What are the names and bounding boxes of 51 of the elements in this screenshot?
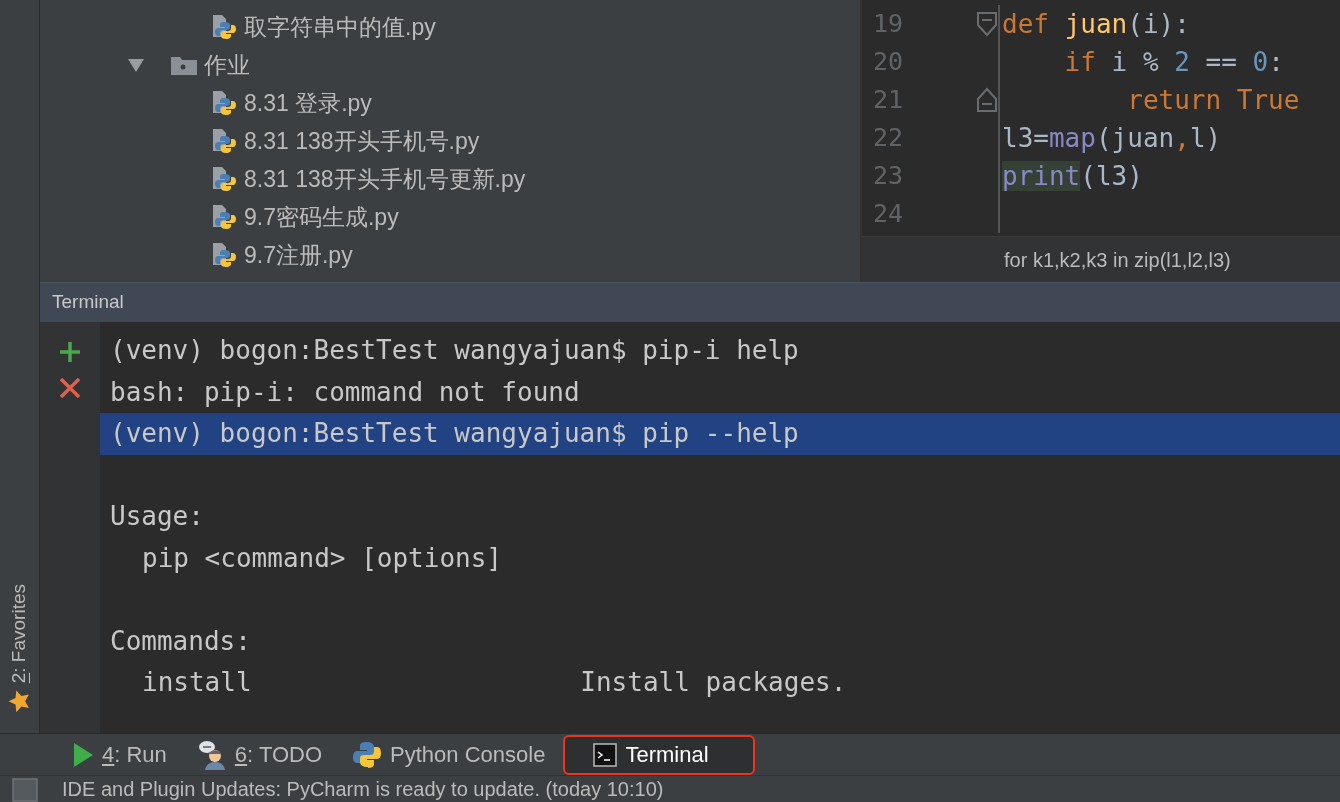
tool-window-tab[interactable]: Python Console: [340, 734, 558, 775]
status-square-icon: [12, 776, 38, 802]
python-file-icon: [212, 90, 238, 116]
new-session-button[interactable]: [58, 340, 82, 364]
folder-icon: [170, 54, 198, 76]
python-file-icon: [212, 14, 238, 40]
tool-window-tab[interactable]: Terminal: [563, 734, 755, 775]
line-number: 24: [872, 198, 905, 231]
file-name[interactable]: 9.7密码生成.py: [244, 199, 399, 235]
plus-icon: [58, 340, 82, 364]
line-number: 23: [872, 160, 905, 193]
close-session-button[interactable]: [58, 376, 82, 400]
code-line: l3=map(juan,l): [1002, 121, 1222, 155]
terminal-line: bash: pip-i: command not found: [109, 375, 581, 409]
fold-icon: [976, 11, 998, 37]
code-line: return True: [1126, 83, 1300, 117]
python-file-icon: [212, 204, 238, 230]
play-icon: [72, 741, 94, 768]
terminal-line: Commands:: [109, 624, 252, 658]
code-line: if i % 2 == 0:: [1063, 45, 1284, 79]
terminal-line: Usage:: [109, 500, 205, 533]
file-name[interactable]: 8.31 138开头手机号.py: [244, 123, 480, 159]
terminal-text: install: [142, 666, 253, 699]
panel-title: Terminal: [52, 290, 124, 315]
star-icon: [7, 689, 32, 713]
terminal-icon: [593, 742, 618, 767]
code-line: def juan(i):: [1002, 7, 1190, 41]
terminal-line: (venv) bogon:BestTest wangyajuan$ pip-i help: [109, 334, 800, 367]
python-file-icon: [212, 242, 238, 268]
line-number: 19: [872, 8, 905, 41]
folder-name[interactable]: 作业: [204, 47, 250, 83]
python-file-icon: [212, 128, 238, 154]
file-name[interactable]: 8.31 登录.py: [244, 85, 372, 121]
line-number: 21: [872, 84, 905, 117]
close-icon: [58, 376, 82, 400]
fold-icon: [976, 87, 998, 113]
tool-window-tab[interactable]: 4: Run: [60, 734, 179, 775]
python-file-icon: [212, 166, 238, 192]
breadcrumb-text: for k1,k2,k3 in zip(l1,l2,l3): [1004, 247, 1231, 273]
tool-window-tab[interactable]: 6: TODO: [184, 734, 335, 775]
status-message: IDE and Plugin Updates: PyCharm is ready to update. (today 10:10): [62, 778, 664, 800]
python-icon: [352, 739, 383, 770]
file-name[interactable]: 8.31 138开头手机号更新.py: [244, 161, 526, 197]
terminal-line: pip <command> [options]: [141, 541, 504, 575]
favorites-tab[interactable]: 2: Favorites: [5, 583, 34, 713]
line-number: 22: [872, 122, 905, 155]
terminal-text: Install packages.: [580, 667, 847, 697]
file-name[interactable]: 9.7注册.py: [244, 237, 353, 273]
person-icon: [196, 739, 227, 770]
line-number: 20: [872, 46, 905, 79]
file-name[interactable]: 取字符串中的值.py: [244, 9, 436, 45]
